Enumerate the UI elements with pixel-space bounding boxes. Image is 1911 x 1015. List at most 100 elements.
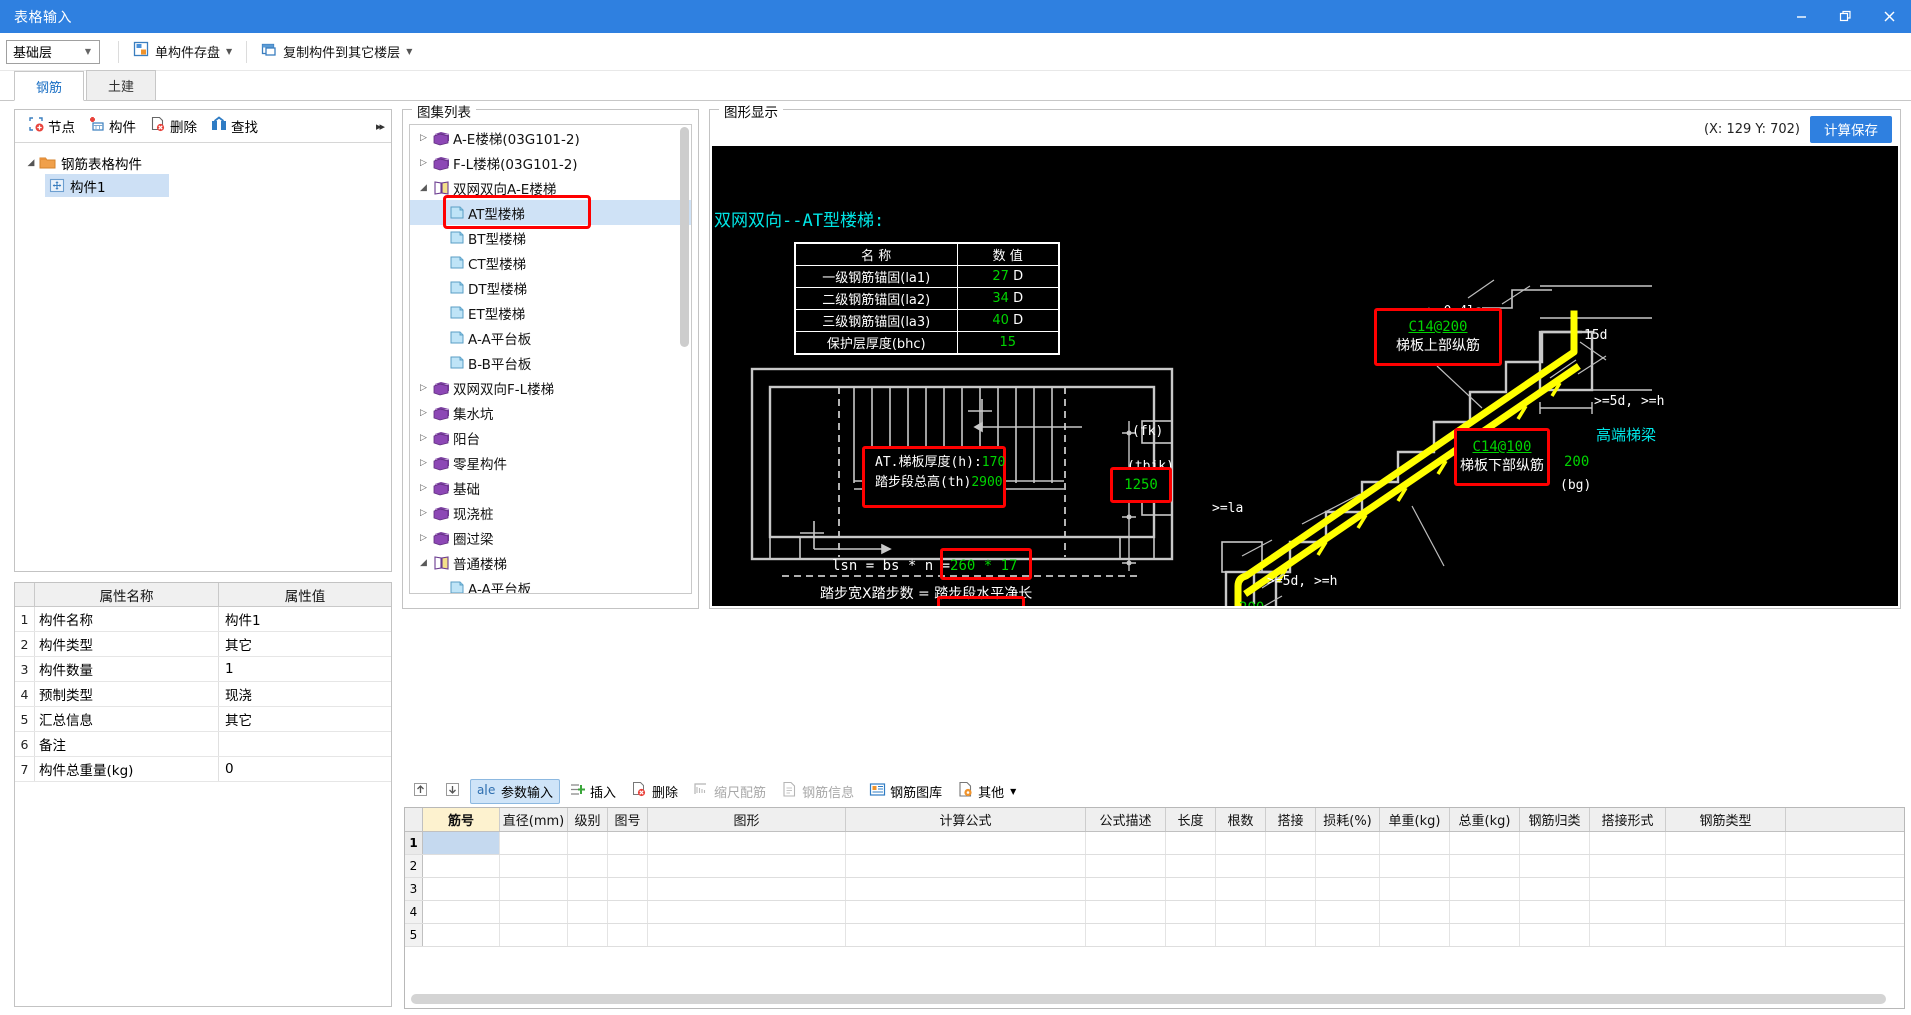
grid-column-header[interactable]: 总重(kg) xyxy=(1450,808,1520,831)
grid-cell[interactable] xyxy=(1316,901,1380,923)
property-row[interactable]: 4 预制类型 现浇 xyxy=(15,682,391,707)
grid-cell[interactable] xyxy=(1086,855,1166,877)
expand-arrow-icon[interactable]: ▷ xyxy=(416,133,431,143)
grid-cell[interactable] xyxy=(500,855,568,877)
atlas-item[interactable]: ▷ 双网双向F-L楼梯 xyxy=(410,375,691,400)
grid-row[interactable]: 3 xyxy=(405,878,1904,901)
grid-cell[interactable] xyxy=(568,901,608,923)
grid-cell[interactable] xyxy=(1266,855,1316,877)
grid-column-header[interactable]: 钢筋类型 xyxy=(1666,808,1786,831)
grid-cell[interactable] xyxy=(1316,878,1380,900)
grid-column-header[interactable]: 搭接 xyxy=(1266,808,1316,831)
node-button[interactable]: 节点 xyxy=(21,113,82,139)
grid-cell[interactable] xyxy=(1166,901,1216,923)
property-row-value[interactable]: 其它 xyxy=(219,707,391,731)
rebar-grid-hscrollbar[interactable] xyxy=(411,994,1886,1004)
grid-column-header[interactable]: 计算公式 xyxy=(846,808,1086,831)
atlas-item[interactable]: ▷ A-E楼梯(03G101-2) xyxy=(410,125,691,150)
property-row-value[interactable]: 0 xyxy=(219,757,391,781)
grid-cell[interactable] xyxy=(500,832,568,854)
grid-cell[interactable] xyxy=(423,901,500,923)
grid-cell[interactable] xyxy=(846,855,1086,877)
floor-select[interactable]: 基础层 ▼ xyxy=(6,39,100,64)
atlas-item[interactable]: ▷ 零星构件 xyxy=(410,450,691,475)
grid-column-header[interactable]: 筋号 xyxy=(423,808,500,831)
grid-cell[interactable] xyxy=(1450,878,1520,900)
grid-cell[interactable] xyxy=(1520,901,1590,923)
grid-column-header[interactable]: 长度 xyxy=(1166,808,1216,831)
move-up-button[interactable] xyxy=(406,779,435,804)
grid-cell[interactable] xyxy=(423,878,500,900)
grid-cell[interactable] xyxy=(1590,878,1666,900)
grid-cell[interactable] xyxy=(1666,878,1786,900)
grid-row[interactable]: 2 xyxy=(405,855,1904,878)
grid-cell[interactable] xyxy=(1086,832,1166,854)
property-row[interactable]: 6 备注 xyxy=(15,732,391,757)
grid-cell[interactable] xyxy=(608,924,648,946)
grid-cell[interactable] xyxy=(1216,832,1266,854)
rebar-info-button[interactable]: 钢筋信息 xyxy=(775,779,860,804)
grid-cell[interactable] xyxy=(846,832,1086,854)
grid-cell[interactable] xyxy=(1450,924,1520,946)
grid-cell[interactable] xyxy=(608,878,648,900)
grid-cell[interactable] xyxy=(568,832,608,854)
atlas-item[interactable]: ET型楼梯 xyxy=(410,300,691,325)
atlas-scrollbar[interactable] xyxy=(680,127,689,347)
expand-arrow-icon[interactable]: ▷ xyxy=(416,433,431,443)
grid-cell[interactable] xyxy=(1520,878,1590,900)
grid-column-header[interactable]: 级别 xyxy=(568,808,608,831)
atlas-item[interactable]: B-B平台板 xyxy=(410,350,691,375)
grid-column-header[interactable]: 搭接形式 xyxy=(1590,808,1666,831)
expand-arrow-icon[interactable]: ▷ xyxy=(416,158,431,168)
grid-cell[interactable] xyxy=(1450,901,1520,923)
grid-cell[interactable] xyxy=(1380,832,1450,854)
delete-button[interactable]: 删除 xyxy=(143,113,204,139)
param-input-button[interactable]: ae 参数输入 xyxy=(470,778,561,804)
move-down-button[interactable] xyxy=(438,779,467,804)
grid-cell[interactable] xyxy=(1520,855,1590,877)
rebar-library-button[interactable]: 钢筋图库 xyxy=(863,779,948,804)
tab-steel[interactable]: 钢筋 xyxy=(14,71,84,101)
grid-cell[interactable] xyxy=(648,855,846,877)
minimize-button[interactable] xyxy=(1779,0,1823,33)
atlas-item[interactable]: BT型楼梯 xyxy=(410,225,691,250)
scale-rebar-button[interactable]: 缩尺配筋 xyxy=(687,779,772,804)
grid-cell[interactable] xyxy=(1086,901,1166,923)
rebar-grid-rows[interactable]: 12345 xyxy=(405,832,1904,947)
expand-arrow-icon[interactable]: ▷ xyxy=(416,458,431,468)
cad-canvas[interactable]: 双网双向--AT型楼梯: 名 称 数 值 一级钢筋锚固(la1) 27 D 二级… xyxy=(712,146,1898,606)
atlas-item[interactable]: A-A平台板 xyxy=(410,325,691,350)
grid-cell[interactable] xyxy=(1520,924,1590,946)
grid-column-header[interactable]: 钢筋归类 xyxy=(1520,808,1590,831)
grid-cell[interactable] xyxy=(1590,832,1666,854)
atlas-item[interactable]: ▷ 集水坑 xyxy=(410,400,691,425)
grid-cell[interactable] xyxy=(423,855,500,877)
find-button[interactable]: 查找 xyxy=(204,113,265,139)
grid-cell[interactable] xyxy=(648,901,846,923)
atlas-item[interactable]: ▷ F-L楼梯(03G101-2) xyxy=(410,150,691,175)
atlas-item[interactable]: ▷ 基础 xyxy=(410,475,691,500)
expand-arrow-icon[interactable]: ◢ xyxy=(416,183,431,193)
property-row[interactable]: 5 汇总信息 其它 xyxy=(15,707,391,732)
grid-cell[interactable] xyxy=(1666,901,1786,923)
expand-arrow-icon[interactable]: ▷ xyxy=(416,483,431,493)
grid-cell[interactable] xyxy=(500,901,568,923)
other-button[interactable]: 其他 ▼ xyxy=(951,779,1022,804)
grid-cell[interactable] xyxy=(1666,924,1786,946)
expand-arrow-icon[interactable]: ▷ xyxy=(416,508,431,518)
grid-cell[interactable] xyxy=(1590,855,1666,877)
atlas-item[interactable]: ◢ 普通楼梯 xyxy=(410,550,691,575)
grid-cell[interactable] xyxy=(648,878,846,900)
grid-cell[interactable] xyxy=(1216,924,1266,946)
rebar-grid[interactable]: 筋号 直径(mm) 级别 图号 图形 计算公式 公式描述 长度 根数 搭接 损耗(%) 单重(kg) 总… xyxy=(404,807,1905,1009)
expand-arrow-icon[interactable]: ◢ xyxy=(416,558,431,568)
atlas-item[interactable]: CT型楼梯 xyxy=(410,250,691,275)
grid-cell[interactable] xyxy=(1166,855,1216,877)
grid-cell[interactable] xyxy=(846,878,1086,900)
grid-column-header[interactable]: 损耗(%) xyxy=(1316,808,1380,831)
grid-cell[interactable] xyxy=(568,924,608,946)
atlas-item[interactable]: ▷ 圈过梁 xyxy=(410,525,691,550)
grid-cell[interactable] xyxy=(568,855,608,877)
copy-component-button[interactable]: 复制构件到其它楼层 ▼ xyxy=(255,39,418,65)
grid-cell[interactable] xyxy=(1166,924,1216,946)
